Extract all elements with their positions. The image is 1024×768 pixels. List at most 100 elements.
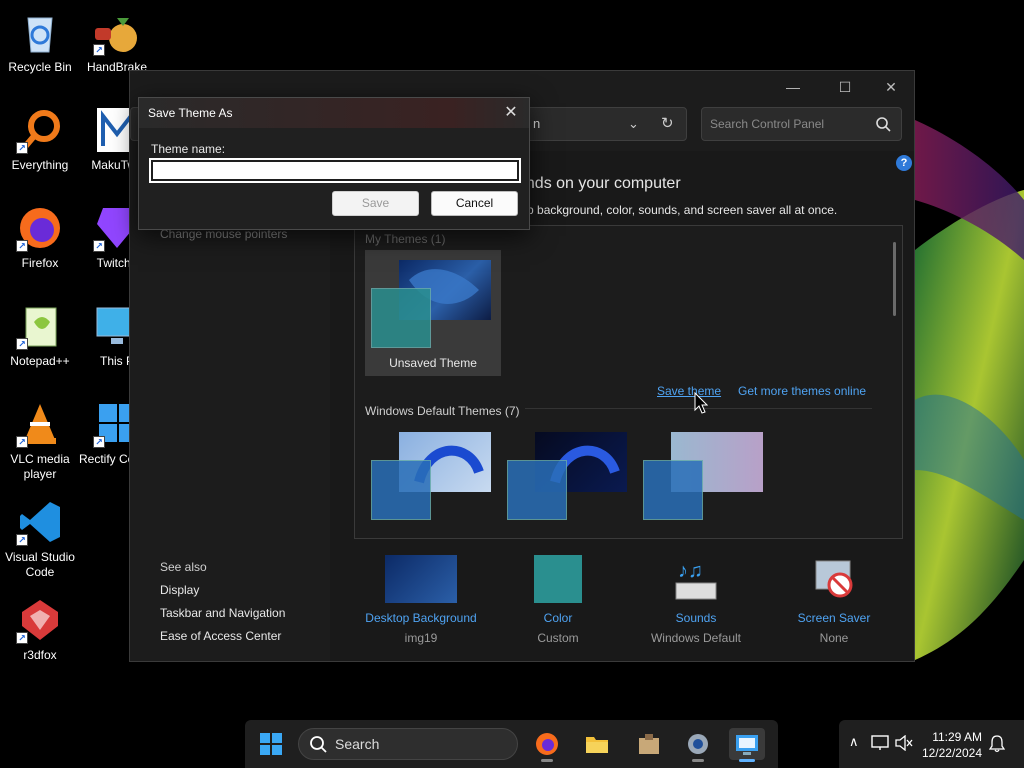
desktop-icon-vlc[interactable]: ↗ VLC media player [0,400,80,482]
clock-date: 12/22/2024 [921,746,982,760]
dialog-title: Save Theme As [139,98,529,128]
themes-list: My Themes (1) Unsaved Theme Save theme G… [354,225,903,539]
desktop-background-value: img19 [404,631,438,645]
desktop-icon-label: Recycle Bin [8,60,72,74]
notepadpp-icon: ↗ [16,302,64,350]
theme-label: Unsaved Theme [389,356,477,370]
theme-color-preview [371,288,431,348]
recycle-bin-icon [16,8,64,56]
color-setting[interactable]: Color Custom [488,555,628,645]
system-tray: ∧ 11:29 AM 12/22/2024 [839,720,1024,768]
page-heading: unds on your computer [517,175,681,192]
theme-name-input[interactable] [149,158,521,183]
page-description: top background, color, sounds, and scree… [517,203,838,217]
unsaved-theme-tile[interactable]: Unsaved Theme [365,250,501,376]
gear-icon [688,734,708,754]
desktop-background-link[interactable]: Desktop Background [351,611,491,625]
theme-color-preview [371,460,431,520]
shortcut-arrow-icon: ↗ [93,44,105,56]
theme-color-preview [507,460,567,520]
vscode-icon: ↗ [16,498,64,546]
shortcut-arrow-icon: ↗ [93,240,105,252]
shortcut-arrow-icon: ↗ [93,436,105,448]
default-theme-tile[interactable] [365,422,501,538]
archive-icon [639,734,659,754]
desktop-icon-firefox[interactable]: ↗ Firefox [0,204,80,271]
taskbar-settings[interactable] [680,728,716,762]
taskbar-firefox[interactable] [529,728,565,762]
address-text: n [533,116,541,131]
desktop-icon-label: r3dfox [23,648,57,662]
taskbar-archive-app[interactable] [631,728,667,760]
close-window-button[interactable]: ✕ [868,75,914,99]
volume-muted-icon[interactable] [895,735,913,751]
shortcut-arrow-icon: ↗ [16,338,28,350]
firefox-icon [536,733,558,755]
save-theme-dialog: Save Theme As ✕ Theme name: Save Cancel [138,97,530,230]
default-themes-title: Windows Default Themes (7) [365,404,520,418]
chevron-down-icon[interactable]: ⌄ [628,108,639,140]
running-indicator [541,759,553,762]
desktop-background-setting[interactable]: Desktop Background img19 [351,555,491,645]
screen-saver-link[interactable]: Screen Saver [764,611,904,625]
mouse-cursor-icon [694,392,708,414]
themes-scrollbar[interactable] [893,242,896,316]
taskbar-search-label: Search [335,736,380,752]
maximize-button[interactable]: ☐ [822,75,868,99]
ease-of-access-link[interactable]: Ease of Access Center [160,629,281,643]
search-control-panel-input[interactable]: Search Control Panel [701,107,902,141]
desktop-icon-notepadpp[interactable]: ↗ Notepad++ [0,302,80,369]
shortcut-arrow-icon: ↗ [16,436,28,448]
color-value: Custom [537,631,579,645]
default-theme-tile[interactable] [637,422,773,538]
dialog-close-icon[interactable]: ✕ [499,101,523,125]
desktop-icon-label: Notepad++ [10,354,70,368]
desktop-icon-label: Firefox [21,256,59,270]
search-icon [310,736,327,753]
start-windows-icon[interactable] [260,733,282,755]
shortcut-arrow-icon: ↗ [16,142,28,154]
desktop-icon-r3dfox[interactable]: ↗ r3dfox [0,596,80,663]
notification-bell-icon[interactable] [989,735,1005,753]
taskbar-search-box[interactable]: Search [298,728,518,760]
screen-saver-setting[interactable]: Screen Saver None [764,555,904,645]
taskbar-file-explorer[interactable] [579,728,615,760]
active-indicator [739,759,755,762]
get-more-themes-link[interactable]: Get more themes online [738,384,866,398]
taskbar-navigation-link[interactable]: Taskbar and Navigation [160,606,285,620]
color-link[interactable]: Color [488,611,628,625]
sounds-link[interactable]: Sounds [626,611,766,625]
display-link[interactable]: Display [160,583,199,597]
cancel-button[interactable]: Cancel [431,191,518,216]
desktop-icon-recycle-bin[interactable]: Recycle Bin [0,8,80,75]
see-also-title: See also [160,560,207,574]
theme-name-label: Theme name: [151,142,226,156]
search-icon [876,117,891,132]
network-icon[interactable] [871,735,889,751]
taskbar: Search ∧ 11:29 AM 12/22/2024 [0,720,1024,768]
minimize-button[interactable]: — [770,75,816,99]
taskbar-center: Search [245,720,778,768]
vlc-icon: ↗ [16,400,64,448]
desktop-icon-vscode[interactable]: ↗ Visual Studio Code [0,498,80,580]
help-icon[interactable]: ? [896,155,912,171]
chevron-up-icon[interactable]: ∧ [849,734,859,750]
refresh-icon[interactable]: ↻ [661,108,674,140]
theme-color-preview [643,460,703,520]
desktop-icon-handbrake[interactable]: ↗ HandBrake [77,8,157,75]
screen-saver-value: None [819,631,849,645]
desktop-icon-label: VLC media player [10,452,70,481]
folder-icon [586,737,608,753]
clock[interactable]: 11:29 AM 12/22/2024 [922,729,982,761]
taskbar-control-panel[interactable] [729,728,765,762]
sounds-setting[interactable]: ♪♫ Sounds Windows Default [626,555,766,645]
screen-saver-icon [810,555,858,603]
desktop-icon-everything[interactable]: ↗ Everything [0,106,80,173]
shortcut-arrow-icon: ↗ [16,632,28,644]
search-placeholder: Search Control Panel [710,117,825,131]
save-button[interactable]: Save [332,191,419,216]
default-theme-tile[interactable] [501,422,637,538]
sounds-icon: ♪♫ [672,555,720,603]
shortcut-arrow-icon: ↗ [16,240,28,252]
save-theme-link[interactable]: Save theme [657,384,721,398]
